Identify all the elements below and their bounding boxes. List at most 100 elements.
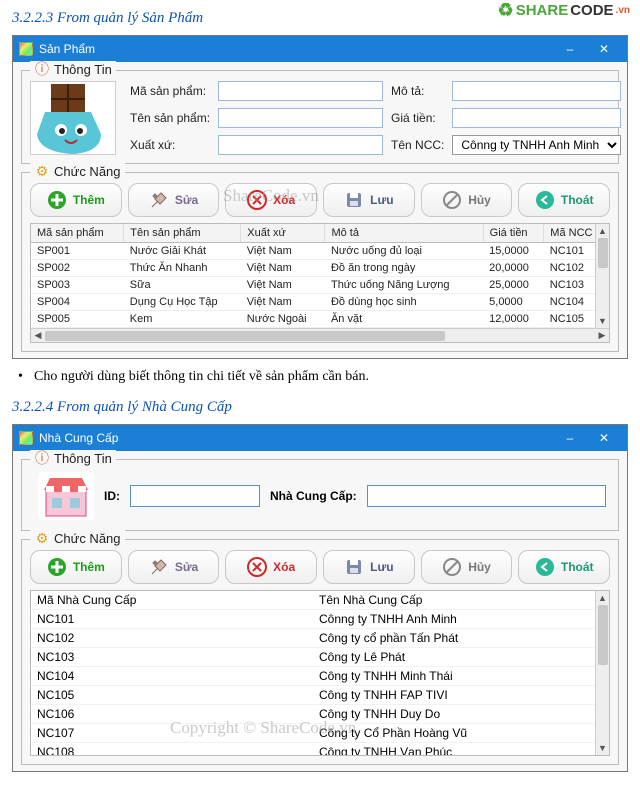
scroll-thumb[interactable] xyxy=(598,238,608,268)
sua-button[interactable]: Sửa xyxy=(128,183,220,217)
logo-code: CODE xyxy=(570,2,613,19)
list-item[interactable]: Công ty Lê Phát xyxy=(313,648,595,667)
luu-label: Lưu xyxy=(370,193,393,207)
table-cell: Thức Ăn Nhanh xyxy=(124,260,241,277)
group-chuc-nang-ncc: ⚙ Chức Năng Thêm Sửa Xóa Lưu Hủy xyxy=(21,539,619,765)
table-row[interactable]: SP005KemNước NgoàiĂn vặt12,0000NC105 xyxy=(31,311,609,328)
list-item[interactable]: NC104 xyxy=(31,667,313,686)
label-ncc: Nhà Cung Cấp: xyxy=(270,489,357,503)
tools-icon xyxy=(149,557,169,577)
table-cell: Nước uống đủ loại xyxy=(325,243,483,260)
input-xuat-xu[interactable] xyxy=(218,135,383,155)
scroll-down-arrow[interactable]: ▼ xyxy=(596,741,610,755)
input-ma-sp[interactable] xyxy=(218,81,383,101)
logo-vn: .vn xyxy=(616,5,630,16)
input-id[interactable] xyxy=(130,485,260,507)
column-header[interactable]: Mô tả xyxy=(325,224,483,243)
scroll-right-arrow[interactable]: ▶ xyxy=(595,329,609,343)
list-item[interactable]: NC102 xyxy=(31,629,313,648)
table-row[interactable]: SP001Nước Giải KhátViệt NamNước uống đủ … xyxy=(31,243,609,260)
table-cell: 15,0000 xyxy=(483,243,544,260)
list-item[interactable]: Công ty TNHH Duy Do xyxy=(313,705,595,724)
input-ncc[interactable] xyxy=(367,485,606,507)
list-item[interactable]: Cônng ty TNHH Anh Minh xyxy=(313,610,595,629)
toolbar-ncc: Thêm Sửa Xóa Lưu Hủy Thoát xyxy=(30,550,610,584)
vertical-scrollbar[interactable]: ▲ ▼ xyxy=(595,224,609,328)
list-item[interactable]: NC108 xyxy=(31,743,313,755)
column-header[interactable]: Giá tiền xyxy=(483,224,544,243)
list-item[interactable]: Công ty TNHH Minh Thái xyxy=(313,667,595,686)
sua-label: Sửa xyxy=(175,560,198,574)
logo-share: SHARE xyxy=(516,2,569,19)
scroll-left-arrow[interactable]: ◀ xyxy=(31,329,45,343)
recycle-icon: ♻ xyxy=(498,0,514,21)
table-cell: Việt Nam xyxy=(241,277,325,294)
table-cell: Dụng Cụ Học Tập xyxy=(124,294,241,311)
minimize-button[interactable]: – xyxy=(553,425,587,451)
luu-button[interactable]: Lưu xyxy=(323,550,415,584)
label-ten-ncc: Tên NCC: xyxy=(391,138,444,152)
xoa-label: Xóa xyxy=(273,193,295,207)
table-cell: Việt Nam xyxy=(241,294,325,311)
product-image xyxy=(30,81,116,155)
table-cell: 12,0000 xyxy=(483,311,544,328)
list-item[interactable]: Công ty Cổ Phần Hoàng Vũ xyxy=(313,724,595,743)
scroll-up-arrow[interactable]: ▲ xyxy=(596,591,610,605)
table-row[interactable]: SP002Thức Ăn NhanhViệt NamĐồ ăn trong ng… xyxy=(31,260,609,277)
close-button[interactable]: ✕ xyxy=(587,36,621,62)
select-ten-ncc[interactable]: Cônng ty TNHH Anh Minh xyxy=(452,135,621,155)
scroll-up-arrow[interactable]: ▲ xyxy=(596,224,610,238)
column-header[interactable]: Tên sản phẩm xyxy=(124,224,241,243)
list-item[interactable]: NC101 xyxy=(31,610,313,629)
table-cell: SP005 xyxy=(31,311,124,328)
them-button[interactable]: Thêm xyxy=(30,550,122,584)
them-button[interactable]: Thêm xyxy=(30,183,122,217)
huy-button[interactable]: Hủy xyxy=(421,550,513,584)
table-cell: Nước Ngoài xyxy=(241,311,325,328)
sua-button[interactable]: Sửa xyxy=(128,550,220,584)
table-row[interactable]: SP004Dụng Cụ Học TậpViệt NamĐồ dùng học … xyxy=(31,294,609,311)
list-item[interactable]: NC107 xyxy=(31,724,313,743)
window-title: Sản Phẩm xyxy=(39,42,95,56)
horizontal-scrollbar[interactable]: ◀ ▶ xyxy=(31,328,609,342)
close-button[interactable]: ✕ xyxy=(587,425,621,451)
group-title-func: Chức Năng xyxy=(54,531,121,546)
thoat-button[interactable]: Thoát xyxy=(518,183,610,217)
exit-icon xyxy=(535,557,555,577)
thoat-button[interactable]: Thoát xyxy=(518,550,610,584)
sharecode-logo: ♻ SHARECODE.vn xyxy=(498,0,630,21)
vertical-scrollbar[interactable]: ▲ ▼ xyxy=(595,591,609,755)
table-cell: Đồ ăn trong ngày xyxy=(325,260,483,277)
list-item[interactable]: Công ty cổ phần Tấn Phát xyxy=(313,629,595,648)
thoat-label: Thoát xyxy=(561,193,594,207)
scroll-down-arrow[interactable]: ▼ xyxy=(596,314,610,328)
xoa-button[interactable]: Xóa xyxy=(225,183,317,217)
column-header[interactable]: Mã sản phẩm xyxy=(31,224,124,243)
minimize-button[interactable]: – xyxy=(553,36,587,62)
input-gia[interactable] xyxy=(452,108,621,128)
scroll-thumb-h[interactable] xyxy=(45,331,445,341)
column-header[interactable]: Xuất xứ xyxy=(241,224,325,243)
huy-button[interactable]: Hủy xyxy=(421,183,513,217)
note-text: Cho người dùng biết thông tin chi tiết v… xyxy=(34,369,628,385)
xoa-button[interactable]: Xóa xyxy=(225,550,317,584)
list-header: Tên Nhà Cung Cấp xyxy=(313,591,595,610)
gear-icon: ⚙ xyxy=(34,530,50,546)
table-cell: Nước Giải Khát xyxy=(124,243,241,260)
luu-button[interactable]: Lưu xyxy=(323,183,415,217)
scroll-thumb[interactable] xyxy=(598,605,608,665)
xoa-label: Xóa xyxy=(273,560,295,574)
list-item[interactable]: Công ty TNHH FAP TIVI xyxy=(313,686,595,705)
input-mo-ta[interactable] xyxy=(452,81,621,101)
list-item[interactable]: NC106 xyxy=(31,705,313,724)
table-row[interactable]: SP003SữaViệt NamThức uống Năng Lượng25,0… xyxy=(31,277,609,294)
list-item[interactable]: NC105 xyxy=(31,686,313,705)
list-item[interactable]: Công ty TNHH Vạn Phúc xyxy=(313,743,595,755)
exit-icon xyxy=(535,190,555,210)
list-item[interactable]: NC103 xyxy=(31,648,313,667)
table-cell: SP002 xyxy=(31,260,124,277)
input-ten-sp[interactable] xyxy=(218,108,383,128)
toolbar: Thêm Sửa Xóa Lưu Hủy Thoát xyxy=(30,183,610,217)
list-header: Mã Nhà Cung Cấp xyxy=(31,591,313,610)
gear-icon: ⚙ xyxy=(34,163,50,179)
